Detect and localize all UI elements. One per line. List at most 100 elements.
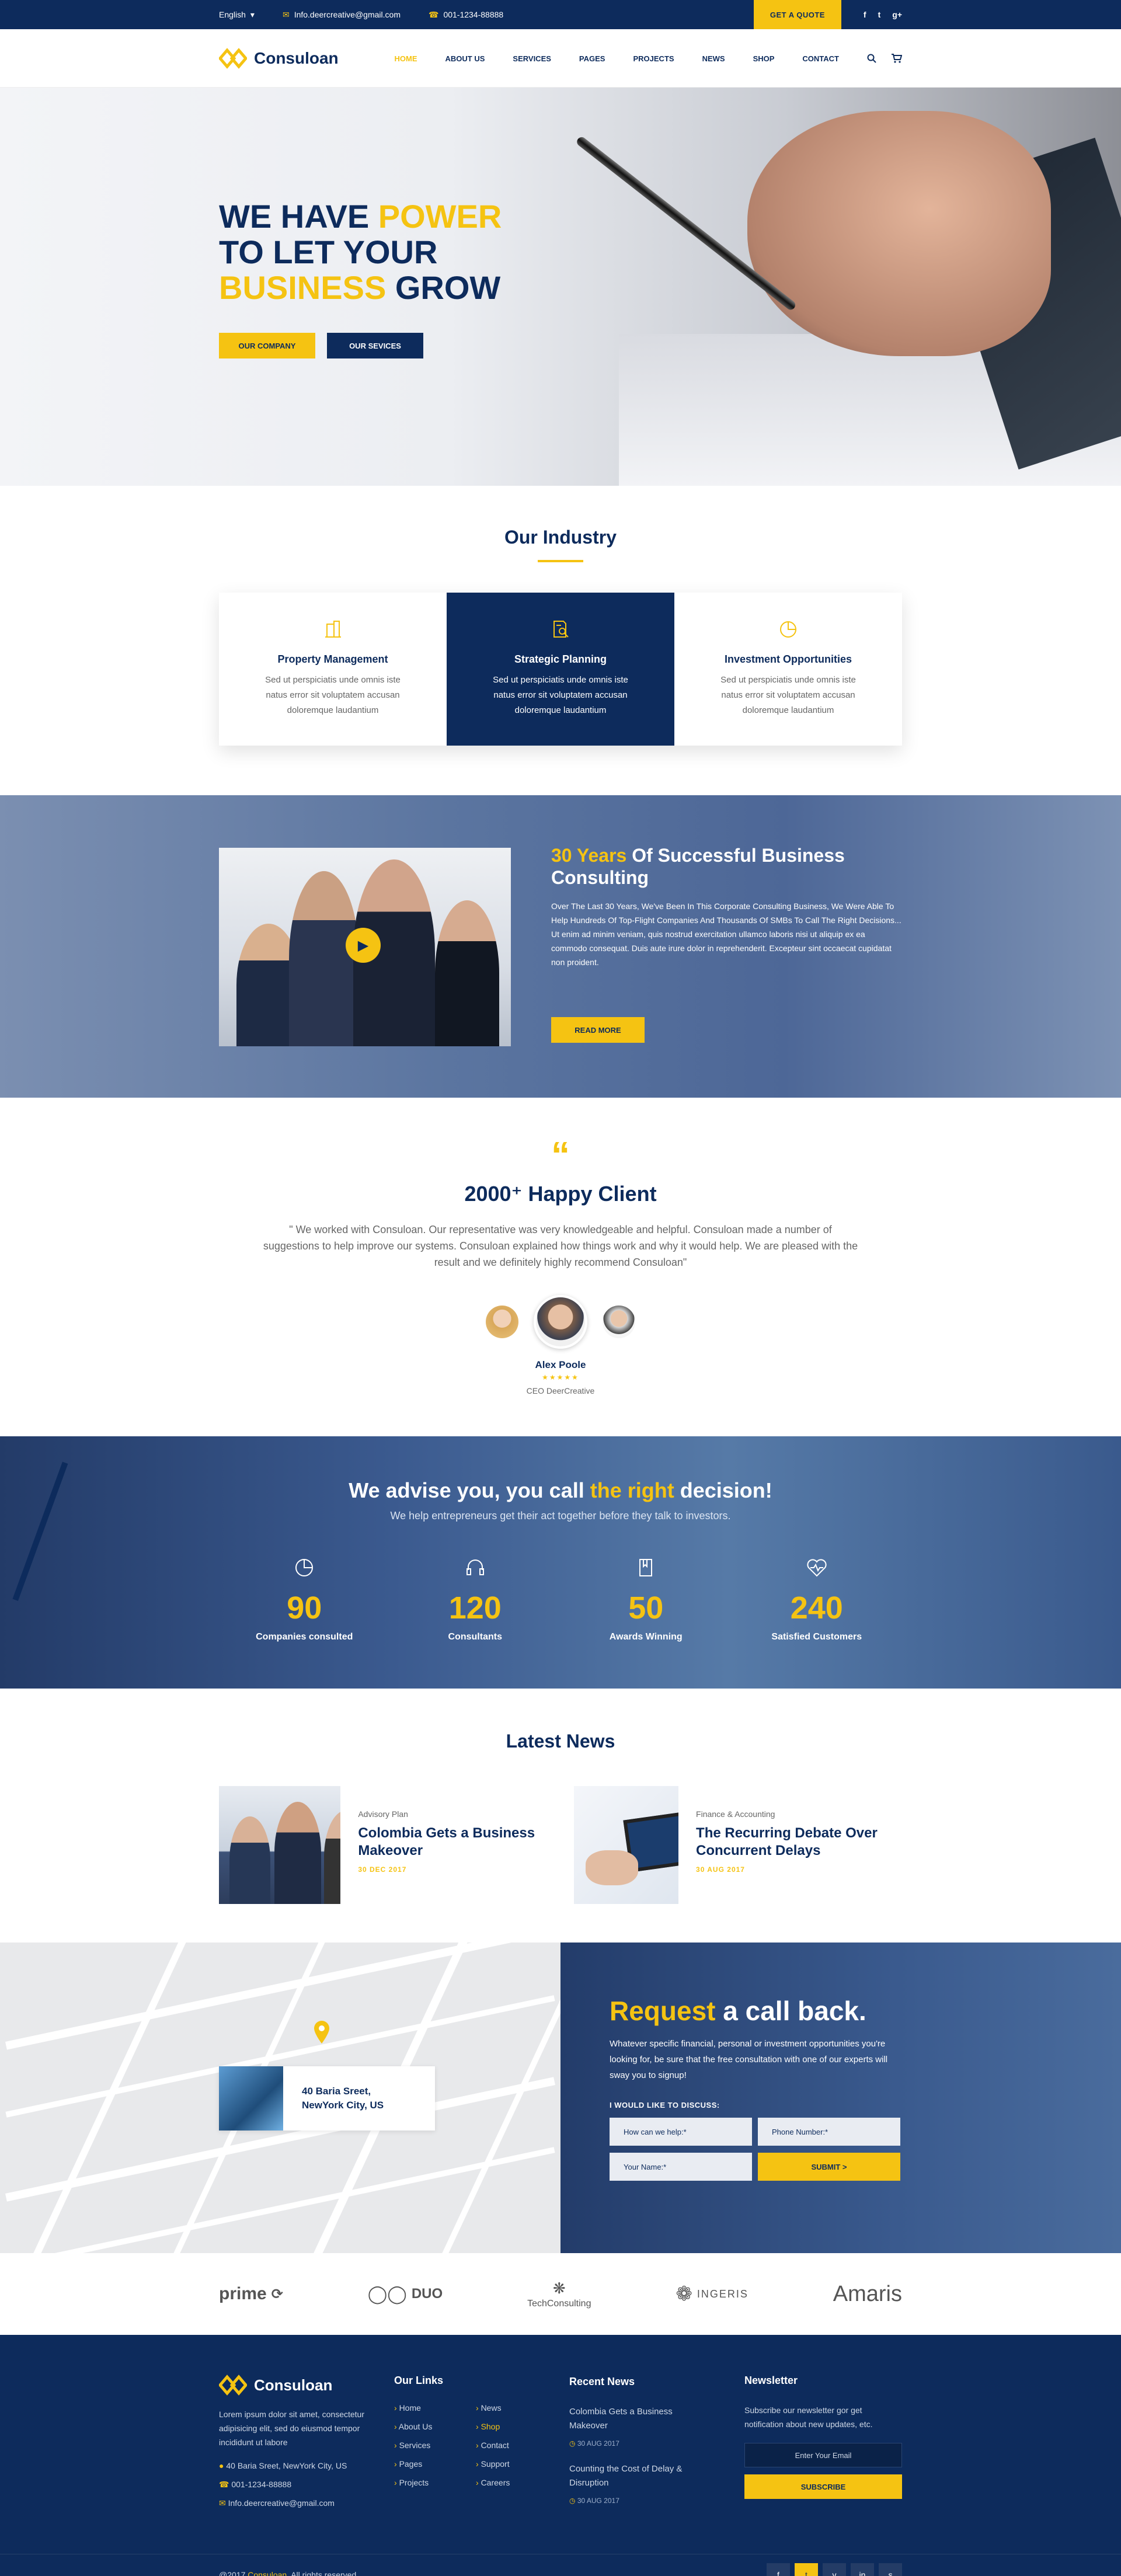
stat-item: 240 Satisfied Customers bbox=[732, 1557, 903, 1642]
footer-news-item[interactable]: Colombia Gets a Business Makeover bbox=[569, 2405, 709, 2433]
menu-home[interactable]: HOME bbox=[381, 54, 431, 63]
industry-card[interactable]: Property Management Sed ut perspiciatis … bbox=[219, 593, 447, 746]
help-select[interactable]: How can we help:* bbox=[610, 2118, 752, 2146]
menu-shop[interactable]: SHOP bbox=[739, 54, 789, 63]
partner-logo-amaris[interactable]: Amaris bbox=[833, 2282, 902, 2307]
team-video-thumbnail[interactable]: ▶ bbox=[219, 848, 511, 1046]
facebook-icon[interactable]: f bbox=[767, 2563, 790, 2576]
partner-logo-prime[interactable]: prime ⟳ bbox=[219, 2284, 283, 2304]
news-person bbox=[274, 1802, 321, 1904]
vimeo-icon[interactable]: v bbox=[823, 2563, 846, 2576]
document-search-icon bbox=[551, 619, 570, 639]
partner-logo-techconsulting[interactable]: ❋ TechConsulting bbox=[527, 2279, 591, 2309]
menu-projects[interactable]: PROJECTS bbox=[619, 54, 688, 63]
avatar[interactable] bbox=[534, 1295, 587, 1349]
name-input[interactable]: Your Name:* bbox=[610, 2153, 752, 2181]
read-more-button[interactable]: READ MORE bbox=[551, 1017, 645, 1043]
our-company-button[interactable]: OUR COMPANY bbox=[219, 333, 315, 358]
testimonial-text: " We worked with Consuloan. Our represen… bbox=[263, 1224, 858, 1268]
footer-links-title: Our Links bbox=[394, 2375, 444, 2386]
card-title: Property Management bbox=[277, 653, 388, 665]
building-image bbox=[219, 2066, 283, 2131]
callback-text: Whatever specific financial, personal or… bbox=[610, 2039, 888, 2080]
search-icon[interactable] bbox=[867, 54, 876, 63]
news-card[interactable]: Advisory Plan Colombia Gets a Business M… bbox=[219, 1786, 548, 1904]
contact-section: 40 Baria Sreet, NewYork City, US Request … bbox=[0, 1943, 1121, 2253]
pie-chart-icon bbox=[219, 1557, 390, 1583]
news-image[interactable] bbox=[573, 1786, 679, 1904]
play-icon[interactable]: ▶ bbox=[346, 928, 381, 963]
footer-link-careers[interactable]: Careers bbox=[476, 2478, 558, 2487]
google-plus-icon[interactable]: g+ bbox=[892, 10, 902, 19]
footer-recent-news: Recent News Colombia Gets a Business Mak… bbox=[569, 2375, 744, 2519]
footer-link-about[interactable]: About Us bbox=[394, 2422, 476, 2431]
prime-mark-icon: ⟳ bbox=[271, 2286, 283, 2302]
phone-contact[interactable]: ☎ 001-1234-88888 bbox=[429, 10, 503, 20]
section-title: Our Industry bbox=[504, 527, 617, 548]
email-contact[interactable]: ✉ Info.deercreative@gmail.com bbox=[283, 10, 401, 20]
subscribe-button[interactable]: SUBSCRIBE bbox=[744, 2474, 902, 2499]
twitter-icon[interactable]: t bbox=[795, 2563, 818, 2576]
linkedin-icon[interactable]: in bbox=[851, 2563, 874, 2576]
card-title: Strategic Planning bbox=[514, 653, 607, 665]
footer-about: Consuloan Lorem ipsum dolor sit amet, co… bbox=[219, 2375, 394, 2519]
footer-link-news[interactable]: News bbox=[476, 2403, 558, 2413]
card-text: Sed ut perspiciatis unde omnis iste natu… bbox=[265, 675, 401, 715]
menu-pages[interactable]: PAGES bbox=[565, 54, 619, 63]
partner-logo-ingeris[interactable]: ❁ INGERIS bbox=[676, 2282, 749, 2306]
footer-link-shop[interactable]: Shop bbox=[476, 2422, 558, 2431]
footer-link-contact[interactable]: Contact bbox=[476, 2441, 558, 2450]
stat-label: Satisfied Customers bbox=[771, 1632, 862, 1642]
footer-link-home[interactable]: Home bbox=[394, 2403, 476, 2413]
news-section: Latest News Advisory Plan Colombia Gets … bbox=[0, 1689, 1121, 1943]
footer-link-support[interactable]: Support bbox=[476, 2459, 558, 2469]
duo-mark-icon: ◯◯ bbox=[367, 2284, 407, 2304]
newsletter-email-input[interactable]: Enter Your Email bbox=[744, 2443, 902, 2467]
hand-image bbox=[585, 1850, 638, 1885]
our-services-button[interactable]: OUR SEVICES bbox=[327, 333, 423, 358]
news-title[interactable]: Colombia Gets a Business Makeover bbox=[358, 1825, 547, 1860]
testimonial-section: “ 2000⁺ Happy Client " We worked with Co… bbox=[0, 1098, 1121, 1436]
stat-item: 90 Companies consulted bbox=[219, 1557, 390, 1642]
menu-contact[interactable]: CONTACT bbox=[788, 54, 853, 63]
menu-news[interactable]: NEWS bbox=[688, 54, 739, 63]
footer-link-pages[interactable]: Pages bbox=[394, 2459, 476, 2469]
about-text-1: Over The Last 30 Years, We've Been In Th… bbox=[551, 901, 901, 925]
stat-number: 50 bbox=[628, 1590, 664, 1625]
news-category[interactable]: Finance & Accounting bbox=[696, 1809, 902, 1819]
news-card[interactable]: Finance & Accounting The Recurring Debat… bbox=[573, 1786, 903, 1904]
cart-icon[interactable] bbox=[892, 54, 902, 63]
map-pin-icon[interactable] bbox=[313, 2020, 330, 2051]
about-title: 30 Years Of Successful Business Consulti… bbox=[551, 845, 845, 888]
news-title[interactable]: The Recurring Debate Over Concurrent Del… bbox=[696, 1825, 902, 1860]
stat-label: Awards Winning bbox=[609, 1632, 683, 1642]
facebook-icon[interactable]: f bbox=[864, 10, 866, 19]
industry-card[interactable]: Investment Opportunities Sed ut perspici… bbox=[674, 593, 902, 746]
stat-item: 120 Consultants bbox=[390, 1557, 561, 1642]
card-title: Investment Opportunities bbox=[724, 653, 852, 665]
submit-button[interactable]: SUBMIT > bbox=[758, 2153, 900, 2181]
language-selector[interactable]: English ▾ bbox=[219, 10, 255, 20]
avatar[interactable] bbox=[486, 1306, 518, 1338]
menu-about[interactable]: ABOUT US bbox=[431, 54, 499, 63]
partner-logo-duo[interactable]: ◯◯ DUO bbox=[368, 2284, 443, 2305]
about-section: ▶ 30 Years Of Successful Business Consul… bbox=[0, 795, 1121, 1098]
industry-card[interactable]: Strategic Planning Sed ut perspiciatis u… bbox=[447, 593, 674, 746]
twitter-icon[interactable]: t bbox=[878, 10, 881, 19]
location-map[interactable]: 40 Baria Sreet, NewYork City, US bbox=[0, 1943, 560, 2253]
news-image[interactable] bbox=[219, 1786, 341, 1904]
avatar[interactable] bbox=[603, 1306, 635, 1338]
footer-links: Our Links Home News About Us Shop Servic… bbox=[394, 2375, 569, 2519]
footer-link-projects[interactable]: Projects bbox=[394, 2478, 476, 2487]
footer-email[interactable]: ✉ Info.deercreative@gmail.com bbox=[219, 2496, 394, 2510]
stat-number: 120 bbox=[448, 1590, 502, 1625]
skype-icon[interactable]: s bbox=[879, 2563, 902, 2576]
footer-news-item[interactable]: Counting the Cost of Delay & Disruption bbox=[569, 2462, 709, 2490]
news-category[interactable]: Advisory Plan bbox=[358, 1809, 547, 1819]
logo[interactable]: Consuloan bbox=[219, 48, 339, 69]
phone-input[interactable]: Phone Number:* bbox=[758, 2118, 900, 2146]
footer-link-services[interactable]: Services bbox=[394, 2441, 476, 2450]
footer-logo[interactable]: Consuloan bbox=[219, 2375, 394, 2396]
get-quote-button[interactable]: GET A QUOTE bbox=[753, 0, 841, 29]
menu-services[interactable]: SERVICES bbox=[499, 54, 565, 63]
